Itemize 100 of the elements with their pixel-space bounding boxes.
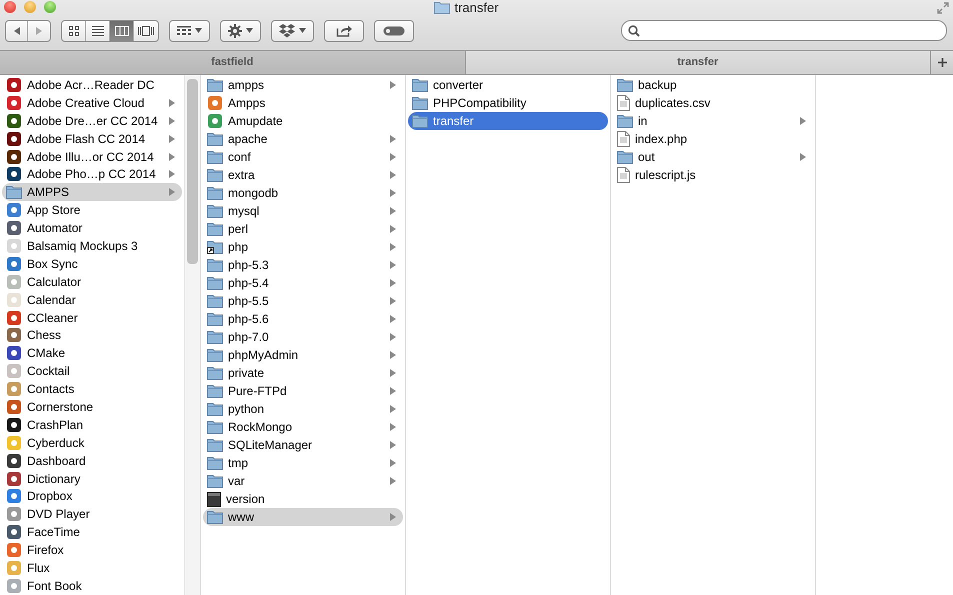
file-item[interactable]: python xyxy=(203,400,403,418)
file-item[interactable]: Adobe Creative Cloud xyxy=(2,94,182,112)
tags-button[interactable] xyxy=(374,20,414,42)
fullscreen-icon[interactable] xyxy=(937,2,949,14)
document-icon xyxy=(617,131,630,147)
file-item[interactable]: CMake xyxy=(2,344,182,362)
file-item[interactable]: Adobe Dre…er CC 2014 xyxy=(2,112,182,130)
arrange-button[interactable] xyxy=(169,20,210,42)
file-item[interactable]: version xyxy=(203,490,403,508)
file-item[interactable]: DVD Player xyxy=(2,505,182,524)
file-item[interactable]: converter xyxy=(408,76,608,94)
file-item[interactable]: php-7.0 xyxy=(203,328,403,346)
document-icon xyxy=(617,167,630,183)
file-item[interactable]: php-5.5 xyxy=(203,292,403,310)
folder-icon xyxy=(207,474,223,488)
action-button[interactable] xyxy=(220,20,261,42)
file-item[interactable]: Box Sync xyxy=(2,254,182,273)
file-item[interactable]: duplicates.csv xyxy=(613,94,813,112)
folder-icon xyxy=(207,276,223,290)
file-item[interactable]: php xyxy=(203,238,403,256)
folder-icon xyxy=(207,402,223,416)
file-item[interactable]: phpMyAdmin xyxy=(203,346,403,364)
file-item[interactable]: PHPCompatibility xyxy=(408,94,608,112)
file-item[interactable]: Automator xyxy=(2,219,182,238)
file-item[interactable]: backup xyxy=(613,76,813,94)
file-item[interactable]: Dictionary xyxy=(2,470,182,488)
tab[interactable]: transfer xyxy=(466,51,931,74)
file-item[interactable]: App Store xyxy=(2,201,182,220)
folder-icon xyxy=(617,78,633,92)
right-triangle-icon xyxy=(34,26,44,36)
file-item[interactable]: Cocktail xyxy=(2,362,182,380)
folder-icon xyxy=(207,186,223,200)
share-button[interactable] xyxy=(324,20,364,42)
gear-icon xyxy=(228,24,242,38)
close-button[interactable] xyxy=(4,1,16,13)
new-tab-button[interactable] xyxy=(931,51,953,74)
file-item[interactable]: Cornerstone xyxy=(2,398,182,416)
file-item[interactable]: Adobe Illu…or CC 2014 xyxy=(2,148,182,166)
file-item[interactable]: www xyxy=(203,508,403,526)
file-item[interactable]: Adobe Flash CC 2014 xyxy=(2,130,182,148)
file-item[interactable]: Balsamiq Mockups 3 xyxy=(2,237,182,255)
scrollbar[interactable] xyxy=(184,75,200,595)
file-item[interactable]: AMPPS xyxy=(2,183,182,202)
folder-icon xyxy=(207,312,223,326)
file-item[interactable]: php-5.3 xyxy=(203,256,403,274)
file-item[interactable]: tmp xyxy=(203,454,403,472)
file-item[interactable]: ampps xyxy=(203,76,403,94)
arrange-icon xyxy=(177,26,191,36)
file-item[interactable]: transfer xyxy=(408,112,608,130)
file-item[interactable]: php-5.4 xyxy=(203,274,403,292)
folder-icon xyxy=(207,150,223,164)
file-item[interactable]: perl xyxy=(203,220,403,238)
file-item[interactable]: Firefox xyxy=(2,541,182,560)
folder-icon xyxy=(207,78,223,92)
folder-icon xyxy=(207,258,223,272)
file-item[interactable]: var xyxy=(203,472,403,490)
file-item[interactable]: FaceTime xyxy=(2,523,182,542)
file-item[interactable]: Dropbox xyxy=(2,487,182,506)
file-item[interactable]: Contacts xyxy=(2,380,182,398)
search-icon xyxy=(628,24,640,36)
file-item[interactable]: Cyberduck xyxy=(2,434,182,452)
file-item[interactable]: Chess xyxy=(2,326,182,344)
folder-alias-icon xyxy=(207,240,223,254)
left-triangle-icon xyxy=(12,26,22,36)
file-item[interactable]: Pure-FTPd xyxy=(203,382,403,400)
file-item[interactable]: CCleaner xyxy=(2,308,182,326)
file-item[interactable]: Calendar xyxy=(2,290,182,309)
file-item[interactable]: mongodb xyxy=(203,184,403,202)
columns-view-button[interactable] xyxy=(110,20,134,40)
folder-icon xyxy=(207,438,223,452)
terminal-icon xyxy=(207,492,221,506)
columns-icon xyxy=(114,24,130,36)
file-item[interactable]: RockMongo xyxy=(203,418,403,436)
file-item[interactable]: Amupdate xyxy=(203,112,403,130)
share-icon xyxy=(336,24,352,37)
file-item[interactable]: php-5.6 xyxy=(203,310,403,328)
file-item[interactable]: Dashboard xyxy=(2,452,182,470)
file-item[interactable]: mysql xyxy=(203,202,403,220)
dropbox-button[interactable] xyxy=(271,20,314,42)
file-item[interactable]: index.php xyxy=(613,130,813,148)
file-item[interactable]: conf xyxy=(203,148,403,166)
tab[interactable]: fastfield xyxy=(0,51,466,74)
file-item[interactable]: extra xyxy=(203,166,403,184)
file-item[interactable]: private xyxy=(203,364,403,382)
folder-icon xyxy=(412,96,428,110)
file-item[interactable]: rulescript.js xyxy=(613,166,813,184)
file-item[interactable]: Adobe Acr…Reader DC xyxy=(2,76,182,94)
file-item[interactable]: Font Book xyxy=(2,576,182,595)
file-item[interactable]: in xyxy=(613,112,813,130)
file-item[interactable]: SQLiteManager xyxy=(203,436,403,454)
file-item[interactable]: Calculator xyxy=(2,272,182,291)
grid-icon xyxy=(68,24,80,36)
file-item[interactable]: out xyxy=(613,148,813,166)
file-item[interactable]: CrashPlan xyxy=(2,416,182,434)
file-item[interactable]: Ampps xyxy=(203,94,403,112)
search-field[interactable] xyxy=(621,20,947,41)
file-item[interactable]: Adobe Pho…p CC 2014 xyxy=(2,165,182,184)
pill-icon xyxy=(383,26,405,36)
file-item[interactable]: Flux xyxy=(2,559,182,577)
file-item[interactable]: apache xyxy=(203,130,403,148)
